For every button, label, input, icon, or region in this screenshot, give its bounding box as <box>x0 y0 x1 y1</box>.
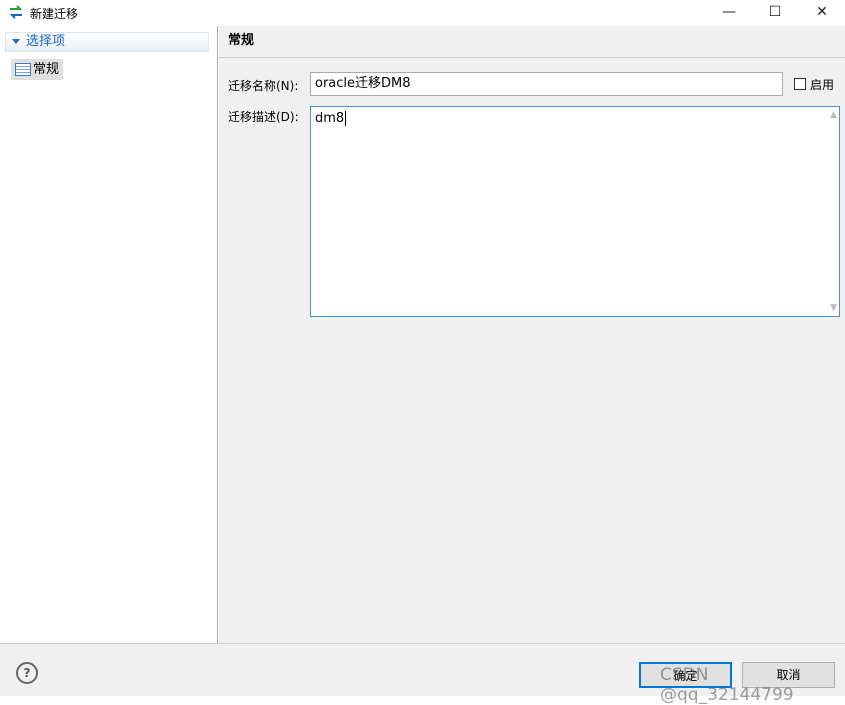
scroll-up-icon[interactable]: ▲ <box>830 110 837 120</box>
scroll-down-icon[interactable]: ▼ <box>830 303 837 313</box>
sidebar-item-label: 常规 <box>33 62 60 77</box>
window-title: 新建迁移 <box>30 7 79 21</box>
migration-name-input[interactable]: oracle迁移DM8 <box>310 72 783 96</box>
cancel-button[interactable]: 取消 <box>742 662 835 688</box>
ok-button[interactable]: 确定 <box>639 662 732 688</box>
panel-title: 常规 <box>219 26 845 58</box>
migration-description-textarea[interactable]: dm8 ▲ ▼ <box>310 106 840 317</box>
collapse-triangle-icon <box>12 39 20 44</box>
general-panel: 常规 迁移名称(N): oracle迁移DM8 启用 迁移描述(D): dm8 … <box>219 26 845 643</box>
description-label: 迁移描述(D): <box>228 110 299 124</box>
page-icon <box>15 63 31 76</box>
enable-label[interactable]: 启用 <box>810 76 834 93</box>
options-section-header[interactable]: 选择项 <box>5 32 209 52</box>
name-label: 迁移名称(N): <box>228 79 299 93</box>
description-text: dm8 <box>315 111 345 126</box>
help-icon[interactable]: ? <box>16 662 38 684</box>
maximize-button[interactable]: ☐ <box>752 0 798 24</box>
dialog-footer: ? 确定 取消 <box>0 643 845 696</box>
sidebar-item-general[interactable]: 常规 <box>11 59 63 80</box>
section-label: 选择项 <box>26 34 66 49</box>
title-bar: 新建迁移 — ☐ ✕ <box>0 0 845 26</box>
migrate-icon <box>9 5 23 19</box>
options-sidebar: 选择项 常规 <box>0 26 218 643</box>
minimize-button[interactable]: — <box>706 0 752 24</box>
enable-checkbox[interactable] <box>794 78 806 90</box>
close-button[interactable]: ✕ <box>799 0 845 24</box>
